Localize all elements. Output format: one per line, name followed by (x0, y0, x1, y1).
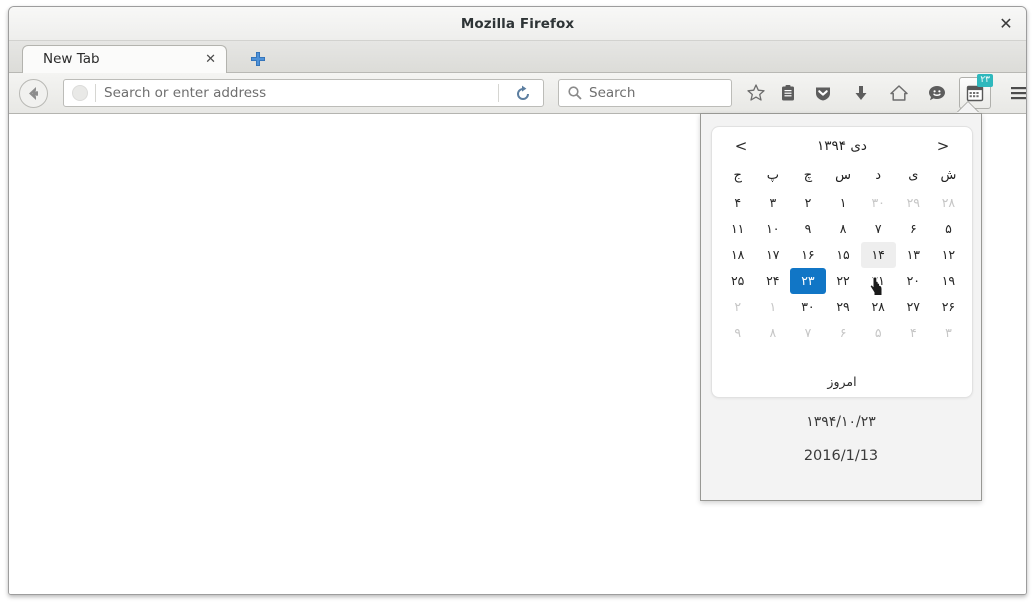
calendar-day[interactable]: ۶ (896, 216, 931, 242)
calendar-day-hovered[interactable]: ۱۴ (860, 242, 896, 268)
calendar-day[interactable]: ۲ (790, 190, 825, 216)
calendar-day[interactable]: ۴ (896, 320, 931, 346)
calendar-day[interactable]: ۹ (790, 216, 825, 242)
calendar-day[interactable]: ۲۶ (931, 294, 966, 320)
calendar-day[interactable]: ۱۳ (896, 242, 931, 268)
calendar-day[interactable]: ۱۰ (755, 216, 790, 242)
calendar-day[interactable]: ۱۲ (931, 242, 966, 268)
popup-arrow (957, 102, 979, 113)
download-arrow-icon[interactable] (847, 79, 875, 107)
calendar-day[interactable]: ۱ (826, 190, 861, 216)
calendar-day[interactable]: ۲۵ (720, 268, 755, 294)
globe-icon (72, 85, 88, 101)
calendar-day[interactable]: ۱۱ (720, 216, 755, 242)
calendar-next-month-button[interactable]: > (928, 127, 958, 165)
calendar-day[interactable]: ۲۰ (896, 268, 931, 294)
calendar-day[interactable]: ۱۸ (720, 242, 755, 268)
search-bar[interactable]: Search (558, 79, 732, 107)
calendar-week-row: ۱۲ ۱۳ ۱۴ ۱۵ ۱۶ ۱۷ ۱۸ (720, 242, 966, 268)
back-button[interactable] (19, 79, 48, 108)
calendar-day[interactable]: ۴ (720, 190, 755, 216)
calendar-week-row: ۱۹ ۲۰ ۲۱ ۲۲ ۲۳ ۲۴ ۲۵ (720, 268, 966, 294)
calendar-day[interactable]: ۲۸ (861, 294, 896, 320)
search-icon (567, 85, 583, 101)
calendar-week-row: ۲۶ ۲۷ ۲۸ ۲۹ ۳۰ ۱ ۲ (720, 294, 966, 320)
calendar-day[interactable]: ۲۲ (826, 268, 861, 294)
calendar-day[interactable]: ۲۹ (826, 294, 861, 320)
address-input[interactable]: Search or enter address (104, 80, 266, 106)
calendar-week-row: ۳۴۵۶۷۸۹ (720, 320, 966, 346)
calendar-day[interactable]: ۹ (720, 320, 755, 346)
calendar-day[interactable]: ۱۶ (790, 242, 825, 268)
title-bar: Mozilla Firefox ✕ (9, 7, 1026, 41)
calendar-day[interactable]: ۸ (755, 320, 790, 346)
address-divider-right (498, 84, 499, 102)
tab-strip: New Tab ✕ (9, 41, 1026, 73)
gregorian-date-text: 2016/1/13 (803, 448, 879, 464)
calendar-card: < دی ۱۳۹۴ > ش ی د س چ پ ج ۲۸ ۲۹ ۳۰ ۱ ۲ ۳ ۴ ۵ ۶ ۷ ۸… (711, 126, 973, 398)
calendar-day[interactable]: ۵ (931, 216, 966, 242)
new-tab-button[interactable] (249, 50, 267, 68)
persian-date-text: ۱۳۹۴/۱۰/۲۳ (806, 414, 876, 430)
calendar-day[interactable]: ۱ (755, 294, 790, 320)
calendar-day-selected[interactable]: ۲۳ (790, 268, 826, 294)
address-divider (95, 84, 96, 102)
hamburger-menu-icon[interactable] (1005, 79, 1026, 107)
calendar-day[interactable]: ۳۰ (790, 294, 825, 320)
search-input[interactable]: Search (589, 80, 635, 106)
calendar-badge: ۲۳ (977, 74, 993, 87)
screen: Mozilla Firefox ✕ New Tab ✕ Search or en… (0, 0, 1035, 603)
calendar-week-row: ۵ ۶ ۷ ۸ ۹ ۱۰ ۱۱ (720, 216, 966, 242)
calendar-day[interactable]: ۱۹ (931, 268, 966, 294)
reader-clipboard-icon[interactable] (774, 79, 802, 107)
address-bar[interactable]: Search or enter address (63, 79, 544, 107)
calendar-day[interactable]: ۶ (826, 320, 861, 346)
weekday-header: چ (803, 168, 813, 183)
window-title: Mozilla Firefox (460, 16, 575, 32)
reload-icon[interactable] (513, 84, 533, 104)
calendar-week-row: ۲۸ ۲۹ ۳۰ ۱ ۲ ۳ ۴ (720, 190, 966, 216)
calendar-day[interactable]: ۳ (755, 190, 790, 216)
pocket-shield-icon[interactable] (809, 79, 837, 107)
chat-smiley-icon[interactable] (923, 79, 951, 107)
tab-new-tab[interactable]: New Tab ✕ (22, 45, 227, 73)
weekday-header: ش (940, 168, 957, 183)
calendar-day[interactable]: ۲۷ (896, 294, 931, 320)
tab-close-icon[interactable]: ✕ (205, 46, 216, 73)
calendar-day[interactable]: ۳ (931, 320, 966, 346)
weekday-header: ی (908, 168, 919, 183)
calendar-day[interactable]: ۲۱ (861, 268, 896, 294)
calendar-day[interactable]: ۲ (720, 294, 755, 320)
navigation-toolbar: Search or enter address Search ۲۳ (9, 73, 1026, 114)
calendar-grid: ش ی د س چ پ ج ۲۸ ۲۹ ۳۰ ۱ ۲ ۳ ۴ ۵ ۶ ۷ ۸ ۹ ۱۰ ۱۱ ۱۲ ۱۳ ۱۴ ۱… (720, 161, 966, 346)
date-readout: ۱۳۹۴/۱۰/۲۳ 2016/1/13 (701, 414, 981, 464)
tab-label: New Tab (43, 51, 100, 67)
window-close-button[interactable]: ✕ (996, 14, 1016, 34)
home-icon[interactable] (885, 79, 913, 107)
calendar-day[interactable]: ۲۹ (896, 190, 931, 216)
calendar-day[interactable]: ۱۷ (755, 242, 790, 268)
weekday-header: ج (733, 168, 742, 183)
weekday-header: پ (766, 168, 779, 183)
calendar-weeks: ۲۸ ۲۹ ۳۰ ۱ ۲ ۳ ۴ ۵ ۶ ۷ ۸ ۹ ۱۰ ۱۱ ۱۲ ۱۳ ۱۴ ۱۵ ۱۶ ۱۷ ۱۸ ۱۹ ۲۰ ۲۱ ۲… (720, 190, 966, 346)
calendar-weekday-row: ش ی د س چ پ ج (720, 161, 966, 190)
calendar-day[interactable]: ۲۴ (755, 268, 790, 294)
calendar-day[interactable]: ۸ (826, 216, 861, 242)
calendar-popup-panel: < دی ۱۳۹۴ > ش ی د س چ پ ج ۲۸ ۲۹ ۳۰ ۱ ۲ ۳ ۴ ۵ ۶ ۷ ۸… (700, 113, 982, 501)
calendar-day[interactable]: ۵ (861, 320, 896, 346)
weekday-header: د (875, 168, 882, 183)
bookmark-star-icon[interactable] (742, 79, 770, 107)
weekday-header: س (835, 168, 851, 183)
calendar-today-button[interactable]: امروز (712, 374, 972, 389)
calendar-day[interactable]: ۲۸ (931, 190, 966, 216)
calendar-day[interactable]: ۷ (861, 216, 896, 242)
calendar-day[interactable]: ۱۵ (826, 242, 861, 268)
calendar-day[interactable]: ۷ (790, 320, 825, 346)
calendar-day[interactable]: ۳۰ (861, 190, 896, 216)
calendar-header: < دی ۱۳۹۴ > (712, 127, 972, 165)
